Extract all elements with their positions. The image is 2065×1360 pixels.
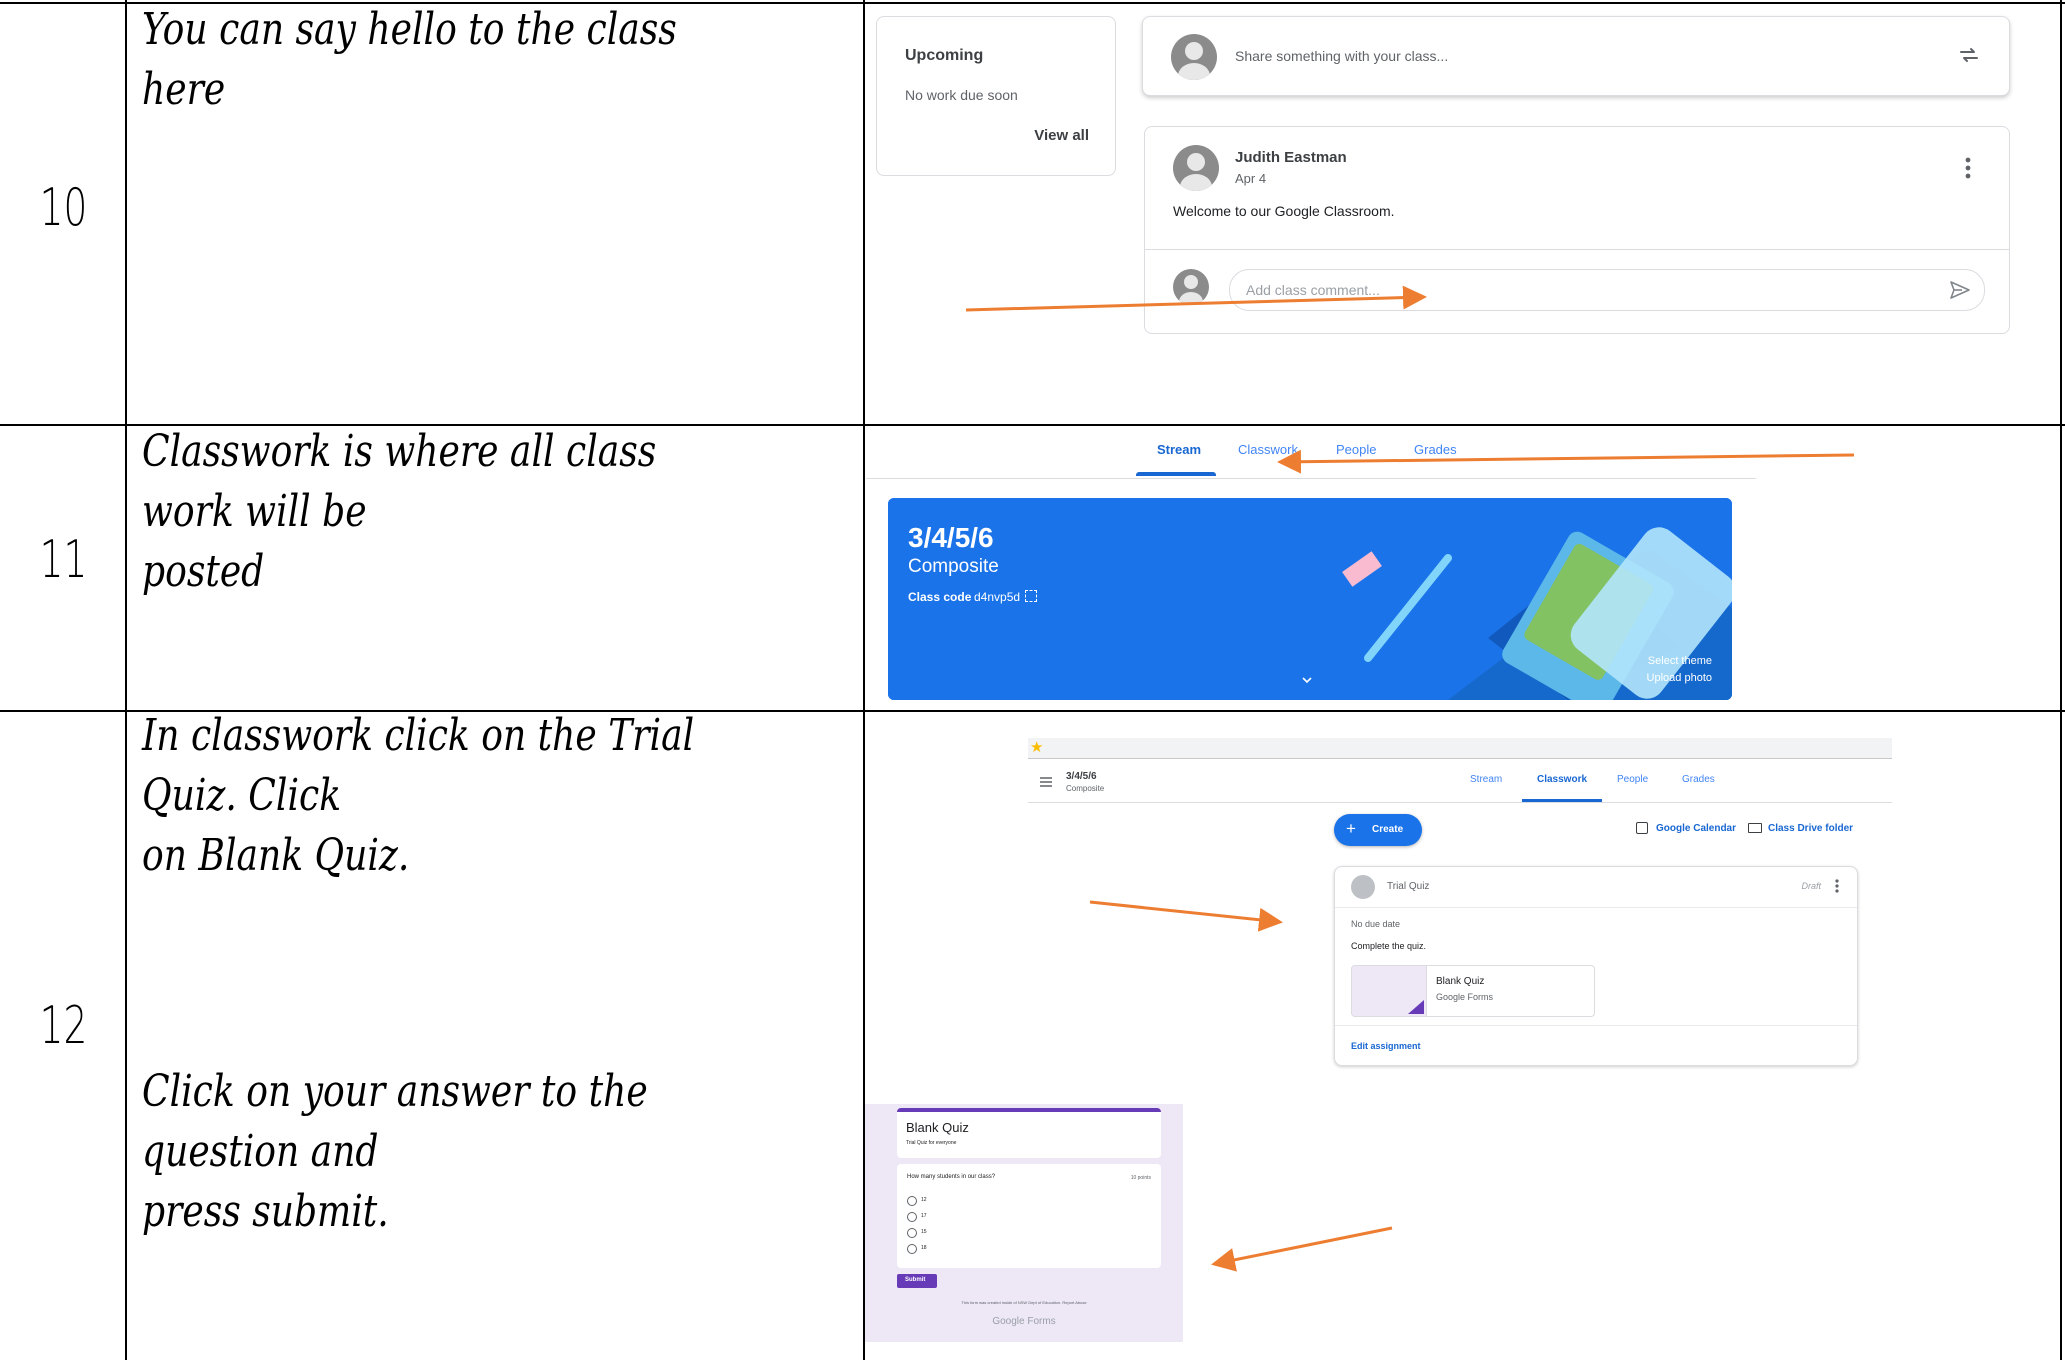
step-number-11: 11 — [39, 530, 88, 590]
repost-icon[interactable] — [1957, 43, 1981, 67]
post-body: Welcome to our Google Classroom. — [1173, 203, 1395, 219]
radio-button[interactable] — [907, 1244, 917, 1254]
answer-option[interactable]: 12 — [907, 1196, 967, 1208]
radio-button[interactable] — [907, 1228, 917, 1238]
card-divider — [1335, 907, 1857, 908]
assignment-title: Trial Quiz — [1387, 881, 1430, 892]
select-theme-link[interactable]: Select theme — [1648, 655, 1712, 667]
question-text: How many students in our class? — [907, 1174, 996, 1180]
answer-option[interactable]: 15 — [907, 1228, 967, 1240]
more-options-icon[interactable] — [1835, 879, 1839, 893]
class-code-label: Class code — [908, 590, 972, 604]
class-subtitle: Composite — [1066, 784, 1105, 793]
answer-label: 17 — [921, 1213, 927, 1219]
google-calendar-link[interactable]: Google Calendar — [1656, 823, 1736, 834]
menu-icon[interactable] — [1040, 774, 1052, 787]
form-title-card: Blank Quiz Trial Quiz for everyone — [897, 1108, 1161, 1158]
tab-people[interactable]: People — [1336, 442, 1376, 457]
plus-icon: + — [1346, 819, 1356, 838]
quiz-screenshot: Blank Quiz Trial Quiz for everyone How m… — [865, 1104, 1183, 1342]
more-options-icon[interactable] — [1965, 157, 1971, 179]
assignment-instructions: Complete the quiz. — [1351, 941, 1427, 951]
tab-stream[interactable]: Stream — [1157, 442, 1201, 457]
drive-folder-link[interactable]: Class Drive folder — [1768, 823, 1853, 834]
radio-button[interactable] — [907, 1196, 917, 1206]
instruction-10: You can say hello to the class here — [142, 4, 689, 115]
upload-photo-link[interactable]: Upload photo — [1647, 672, 1712, 684]
fullscreen-icon[interactable] — [1025, 590, 1037, 602]
forms-corner-mark — [1408, 1000, 1424, 1014]
commenter-avatar — [1173, 269, 1209, 305]
question-points: 10 points — [1130, 1175, 1151, 1181]
share-card[interactable]: Share something with your class... — [1142, 16, 2010, 96]
tab-stream-indicator — [1136, 472, 1216, 476]
answer-option[interactable]: 17 — [907, 1212, 967, 1224]
submit-label: Submit — [905, 1277, 926, 1283]
upcoming-empty: No work due soon — [905, 87, 1018, 103]
draft-status: Draft — [1801, 881, 1821, 891]
create-label: Create — [1372, 824, 1404, 835]
banner-subtitle: Composite — [908, 556, 999, 577]
classwork-header: 3/4/5/6 Composite Stream Classwork Peopl… — [1028, 760, 1892, 803]
step-number-12: 12 — [39, 996, 88, 1056]
radio-button[interactable] — [907, 1212, 917, 1222]
star-icon: ★ — [1030, 739, 1044, 756]
tab-grades[interactable]: Grades — [1682, 774, 1715, 785]
create-button[interactable]: + Create — [1334, 814, 1422, 846]
attachment-title: Blank Quiz — [1436, 976, 1485, 987]
upcoming-card: Upcoming No work due soon View all — [876, 16, 1116, 176]
instruction-12a: In classwork click on the Trial Quiz. Cl… — [142, 710, 695, 881]
folder-icon — [1748, 823, 1762, 833]
author-avatar — [1173, 145, 1219, 191]
banner-title: 3/4/5/6 — [908, 522, 994, 553]
instruction-11: Classwork is where all class work will b… — [142, 426, 657, 597]
comment-placeholder: Add class comment... — [1246, 282, 1380, 298]
browser-bookmark-bar: ★ — [1028, 738, 1892, 759]
tab-bar: Stream Classwork People Grades — [866, 428, 1756, 479]
answer-label: 12 — [921, 1197, 927, 1203]
forms-brand: Google Forms — [992, 1316, 1056, 1327]
announcement-card: Judith Eastman Apr 4 Welcome to our Goog… — [1144, 126, 2010, 334]
class-name[interactable]: 3/4/5/6 — [1066, 771, 1097, 782]
tab-classwork-indicator — [1522, 799, 1602, 802]
answer-label: 18 — [921, 1245, 927, 1251]
form-title: Blank Quiz — [906, 1120, 969, 1135]
assignment-card[interactable]: Trial Quiz Draft No due date Complete th… — [1334, 866, 1858, 1066]
tab-classwork[interactable]: Classwork — [1238, 442, 1298, 457]
calendar-icon — [1636, 822, 1648, 834]
tab-classwork[interactable]: Classwork — [1537, 774, 1587, 785]
view-all-link[interactable]: View all — [1034, 127, 1089, 144]
form-footer: This form was created inside of NSW Dept… — [961, 1300, 1087, 1305]
post-author: Judith Eastman — [1235, 149, 1347, 166]
form-description: Trial Quiz for everyone — [906, 1140, 957, 1146]
comment-input[interactable]: Add class comment... — [1229, 269, 1985, 311]
step-number-10: 10 — [39, 178, 88, 238]
blank-quiz-attachment[interactable]: Blank Quiz Google Forms — [1351, 965, 1595, 1017]
answer-option[interactable]: 18 — [907, 1244, 967, 1256]
edit-assignment-link[interactable]: Edit assignment — [1351, 1041, 1421, 1051]
col-divider-1 — [125, 0, 127, 1360]
class-code-value: d4nvp5d — [974, 590, 1021, 604]
post-date: Apr 4 — [1235, 171, 1267, 186]
card-divider-bottom — [1335, 1025, 1857, 1026]
answer-label: 15 — [921, 1229, 927, 1235]
tab-people[interactable]: People — [1617, 774, 1648, 785]
assignment-icon — [1351, 875, 1375, 899]
class-banner: 3/4/5/6 Composite Class code d4nvp5d Sel… — [888, 498, 1732, 700]
question-card: How many students in our class? 10 point… — [897, 1164, 1161, 1268]
send-icon[interactable] — [1948, 278, 1972, 302]
avatar — [1171, 34, 1217, 80]
tab-stream[interactable]: Stream — [1470, 774, 1502, 785]
upcoming-title: Upcoming — [905, 47, 984, 64]
tab-grades[interactable]: Grades — [1414, 442, 1457, 457]
submit-button[interactable]: Submit — [897, 1274, 937, 1288]
chevron-down-icon[interactable] — [1302, 672, 1312, 684]
attachment-type: Google Forms — [1436, 992, 1494, 1002]
table-right-border — [2060, 0, 2062, 1360]
comment-divider — [1145, 249, 2009, 250]
due-date: No due date — [1351, 919, 1401, 929]
share-placeholder: Share something with your class... — [1235, 48, 1449, 64]
instruction-12b: Click on your answer to the question and… — [142, 1066, 648, 1237]
